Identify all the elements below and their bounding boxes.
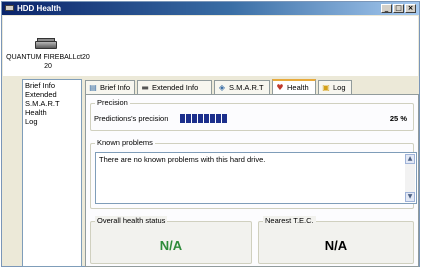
- known-problems-textbox[interactable]: There are no known problems with this ha…: [95, 152, 417, 204]
- nav-item-health[interactable]: Health: [25, 108, 79, 117]
- smart-icon: ◈: [218, 83, 226, 92]
- tec-group: Nearest T.E.C. N/A: [258, 216, 414, 264]
- info-icon: ▤: [89, 83, 97, 92]
- progress-block: [192, 114, 197, 123]
- tab-smart[interactable]: ◈ S.M.A.R.T: [214, 80, 270, 94]
- health-tab-panel: Precision Predictions's precision 25 % K…: [85, 94, 419, 267]
- drive-panel: QUANTUM FIREBALLct20 20: [3, 16, 418, 76]
- nav-item-brief-info[interactable]: Brief Info: [25, 81, 79, 90]
- precision-label: Predictions's precision: [94, 114, 169, 123]
- tec-value: N/A: [324, 238, 348, 253]
- hard-drive-icon[interactable]: [35, 38, 57, 50]
- progress-block: [204, 114, 209, 123]
- progress-block: [210, 114, 215, 123]
- nav-item-log[interactable]: Log: [25, 117, 79, 126]
- tab-extended-info[interactable]: ▬ Extended Info: [137, 80, 212, 94]
- nav-item-smart[interactable]: S.M.A.R.T: [25, 99, 79, 108]
- nav-list: Brief Info Extended S.M.A.R.T Health Log: [22, 79, 82, 267]
- tab-brief-info[interactable]: ▤ Brief Info: [85, 80, 135, 94]
- close-button[interactable]: ×: [405, 4, 416, 13]
- app-window: HDD Health _ □ × QUANTUM FIREBALLct20 20…: [1, 1, 420, 267]
- title-bar[interactable]: HDD Health _ □ ×: [2, 2, 419, 15]
- precision-value: 25 %: [389, 114, 407, 123]
- progress-block: [180, 114, 185, 123]
- window-title: HDD Health: [17, 4, 62, 13]
- minimize-button[interactable]: _: [381, 4, 392, 13]
- tab-label: S.M.A.R.T: [229, 83, 264, 92]
- progress-block: [216, 114, 221, 123]
- tab-label: Brief Info: [100, 83, 131, 92]
- health-status-value: N/A: [159, 238, 183, 253]
- drive-label: QUANTUM FIREBALLct20 20: [6, 54, 90, 70]
- progress-block: [198, 114, 203, 123]
- tab-log[interactable]: ▣ Log: [318, 80, 352, 94]
- scroll-up-icon[interactable]: ▲: [405, 154, 415, 164]
- precision-progress-bar: [180, 114, 380, 123]
- tec-title: Nearest T.E.C.: [263, 216, 316, 226]
- tab-label: Extended Info: [152, 83, 199, 92]
- precision-title: Precision: [95, 98, 130, 108]
- app-drive-icon: [5, 5, 14, 11]
- known-problems-group: Known problems There are no known proble…: [90, 138, 417, 209]
- health-icon: ♥: [276, 83, 284, 92]
- progress-block: [222, 114, 227, 123]
- known-problems-title: Known problems: [95, 138, 155, 148]
- nav-item-extended[interactable]: Extended: [25, 90, 79, 99]
- tab-label: Health: [287, 83, 309, 92]
- scroll-down-icon[interactable]: ▼: [405, 192, 415, 202]
- extended-icon: ▬: [141, 83, 149, 92]
- tab-label: Log: [333, 83, 346, 92]
- precision-group: Precision Predictions's precision 25 %: [90, 98, 414, 131]
- health-status-group: Overall health status N/A: [90, 216, 252, 264]
- maximize-button[interactable]: □: [393, 4, 404, 13]
- known-problems-text: There are no known problems with this ha…: [99, 155, 266, 164]
- progress-block: [186, 114, 191, 123]
- tab-health[interactable]: ♥ Health: [272, 79, 316, 95]
- health-status-title: Overall health status: [95, 216, 168, 226]
- problems-scrollbar[interactable]: ▲ ▼: [405, 154, 415, 202]
- log-icon: ▣: [322, 83, 330, 92]
